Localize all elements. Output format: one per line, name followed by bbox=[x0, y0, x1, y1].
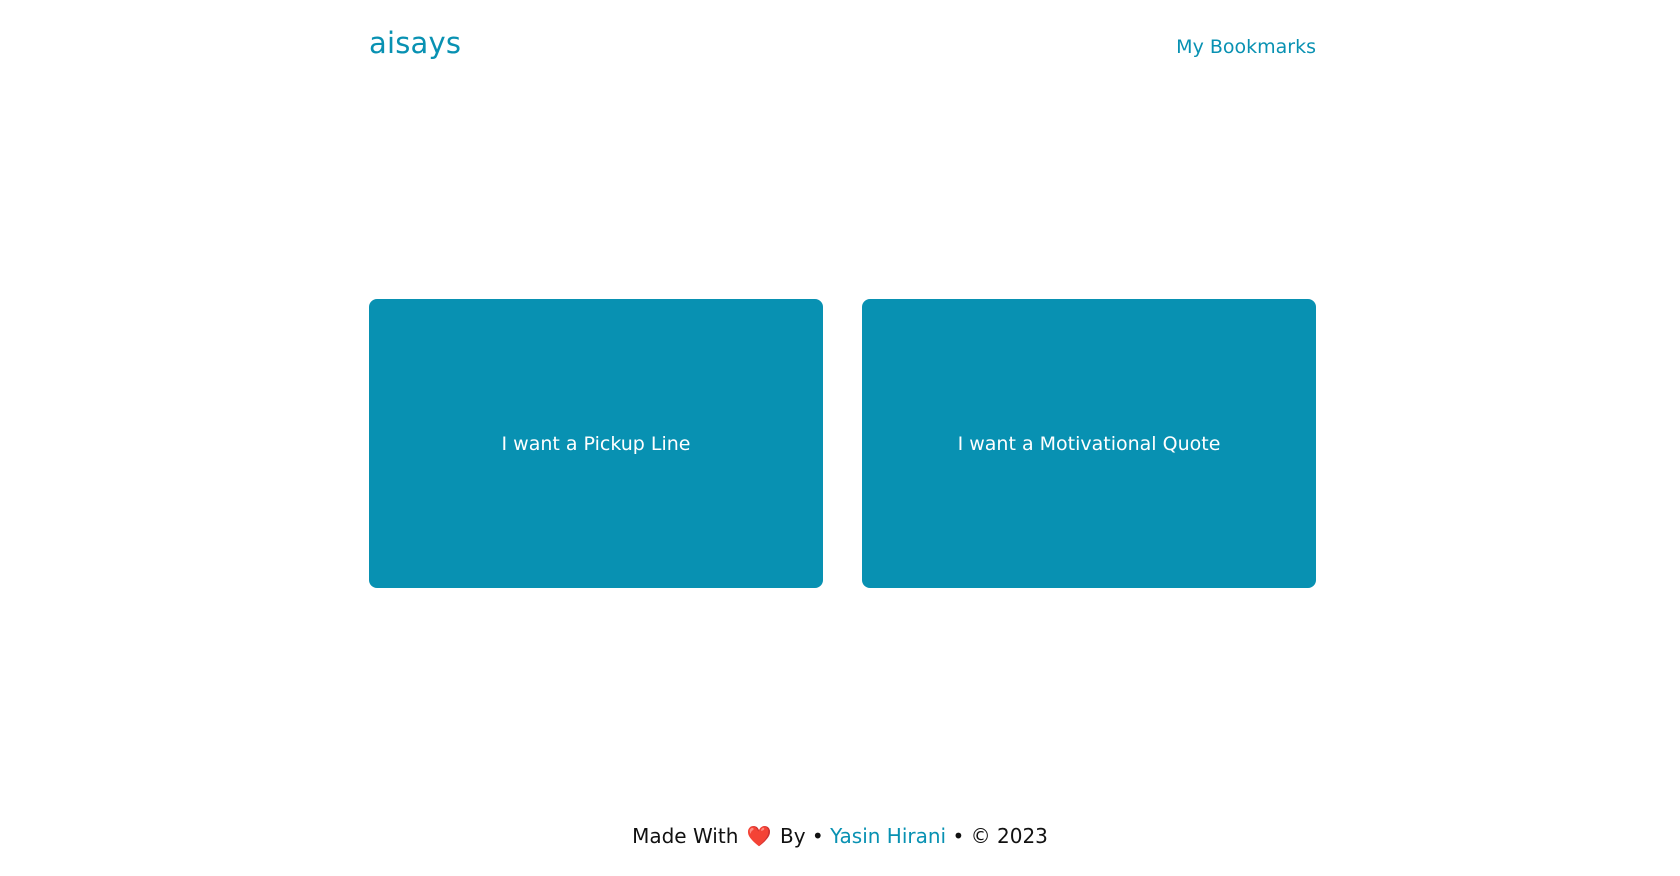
heart-icon: ❤️ bbox=[746, 824, 772, 848]
logo-link[interactable]: aisays bbox=[369, 26, 461, 60]
motivational-quote-card[interactable]: I want a Motivational Quote bbox=[862, 299, 1316, 588]
footer-made-with: Made With bbox=[632, 824, 739, 848]
header: aisays My Bookmarks bbox=[369, 20, 1316, 70]
choice-cards: I want a Pickup Line I want a Motivation… bbox=[369, 299, 1316, 588]
pickup-line-label: I want a Pickup Line bbox=[501, 432, 691, 455]
footer: Made With ❤️ By • Yasin Hirani • © 2023 bbox=[0, 824, 1680, 848]
bookmarks-link[interactable]: My Bookmarks bbox=[1176, 36, 1316, 58]
pickup-line-card[interactable]: I want a Pickup Line bbox=[369, 299, 823, 588]
page: aisays My Bookmarks I want a Pickup Line… bbox=[0, 0, 1680, 876]
footer-by: By • bbox=[780, 824, 824, 848]
motivational-quote-label: I want a Motivational Quote bbox=[957, 432, 1221, 455]
author-link[interactable]: Yasin Hirani bbox=[830, 824, 946, 848]
footer-copyright: • © 2023 bbox=[952, 824, 1048, 848]
